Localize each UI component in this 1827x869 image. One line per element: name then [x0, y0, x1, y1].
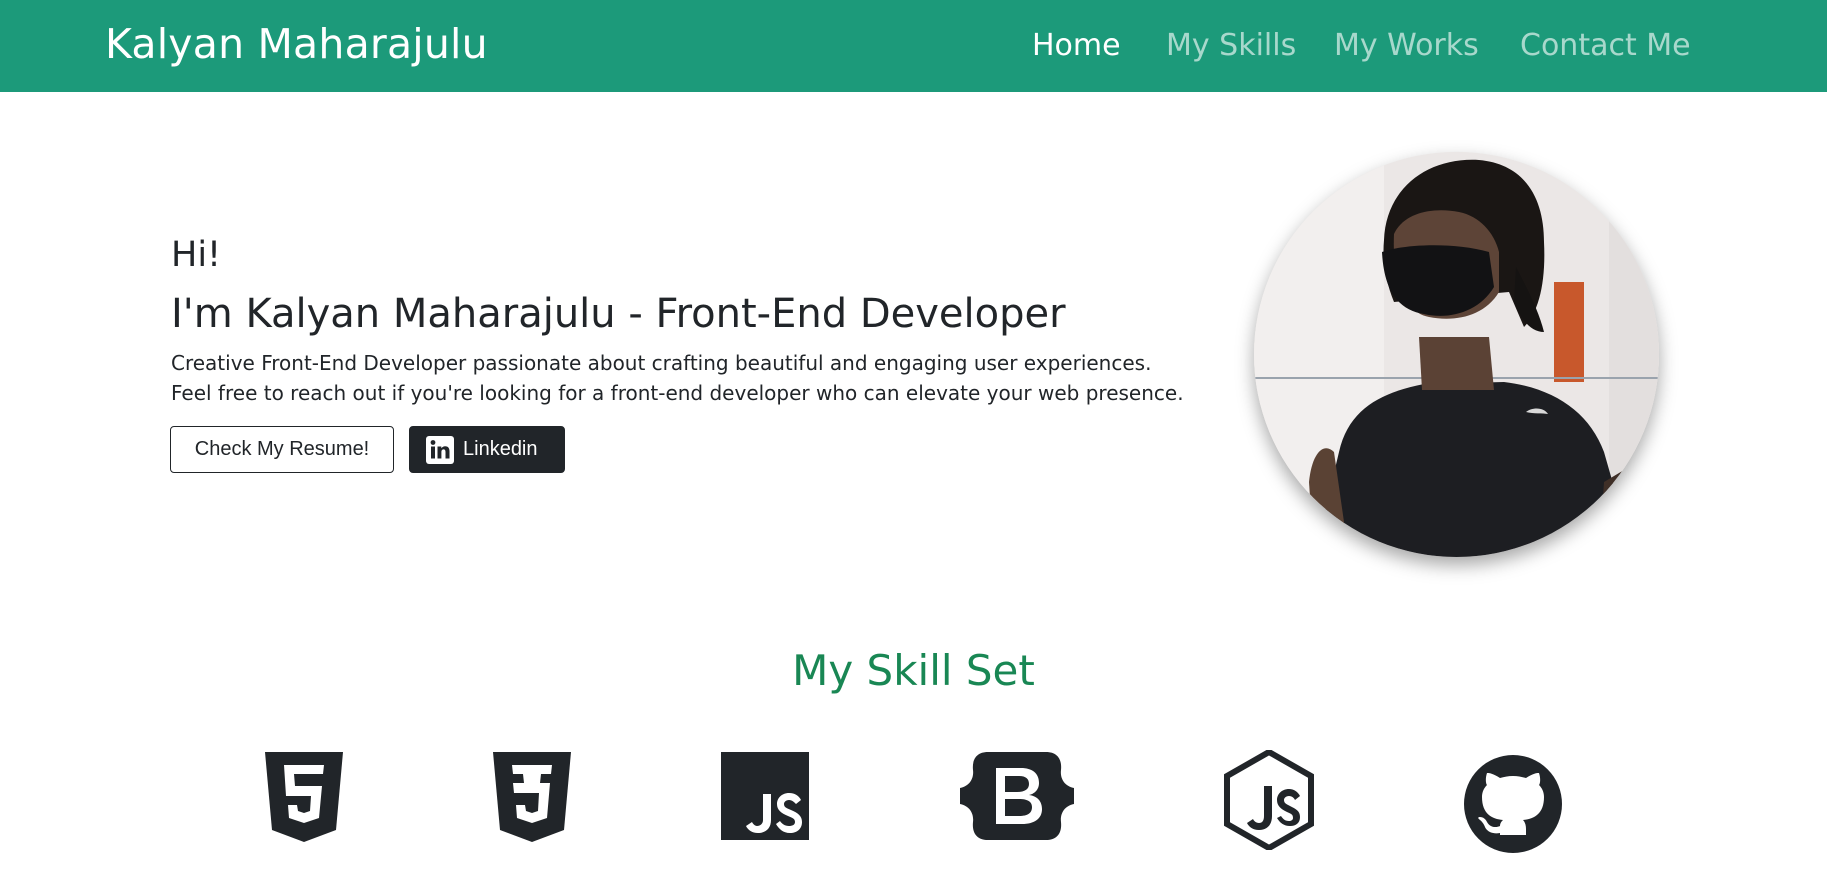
css3-icon: [493, 752, 571, 842]
linkedin-button-label: Linkedin: [463, 438, 538, 460]
nodejs-icon: [1224, 750, 1314, 850]
check-resume-button[interactable]: Check My Resume!: [170, 426, 394, 473]
github-icon: [1464, 755, 1562, 853]
hero-title: I'm Kalyan Maharajulu - Front-End Develo…: [171, 291, 1066, 337]
bootstrap-icon: [960, 752, 1074, 840]
profile-photo-illustration: [1254, 152, 1659, 557]
hero-description-line-2: Feel free to reach out if you're looking…: [171, 381, 1184, 405]
navbar: Kalyan Maharajulu Home My Skills My Work…: [0, 0, 1827, 92]
javascript-icon: [721, 752, 809, 840]
nav-link-contact-me[interactable]: Contact Me: [1520, 26, 1691, 66]
nav-link-home[interactable]: Home: [1032, 26, 1121, 66]
nav-links: Home My Skills My Works Contact Me: [0, 26, 1827, 66]
hero-description-line-1: Creative Front-End Developer passionate …: [171, 351, 1152, 375]
linkedin-icon: [426, 436, 454, 464]
hero-greeting: Hi!: [171, 235, 222, 275]
skills-heading: My Skill Set: [792, 646, 1035, 695]
profile-photo: [1254, 152, 1659, 557]
linkedin-button[interactable]: Linkedin: [409, 426, 565, 473]
hero-description: Creative Front-End Developer passionate …: [171, 348, 1211, 408]
nav-link-my-skills[interactable]: My Skills: [1166, 26, 1296, 66]
nav-link-my-works[interactable]: My Works: [1334, 26, 1479, 66]
html5-icon: [265, 752, 343, 842]
